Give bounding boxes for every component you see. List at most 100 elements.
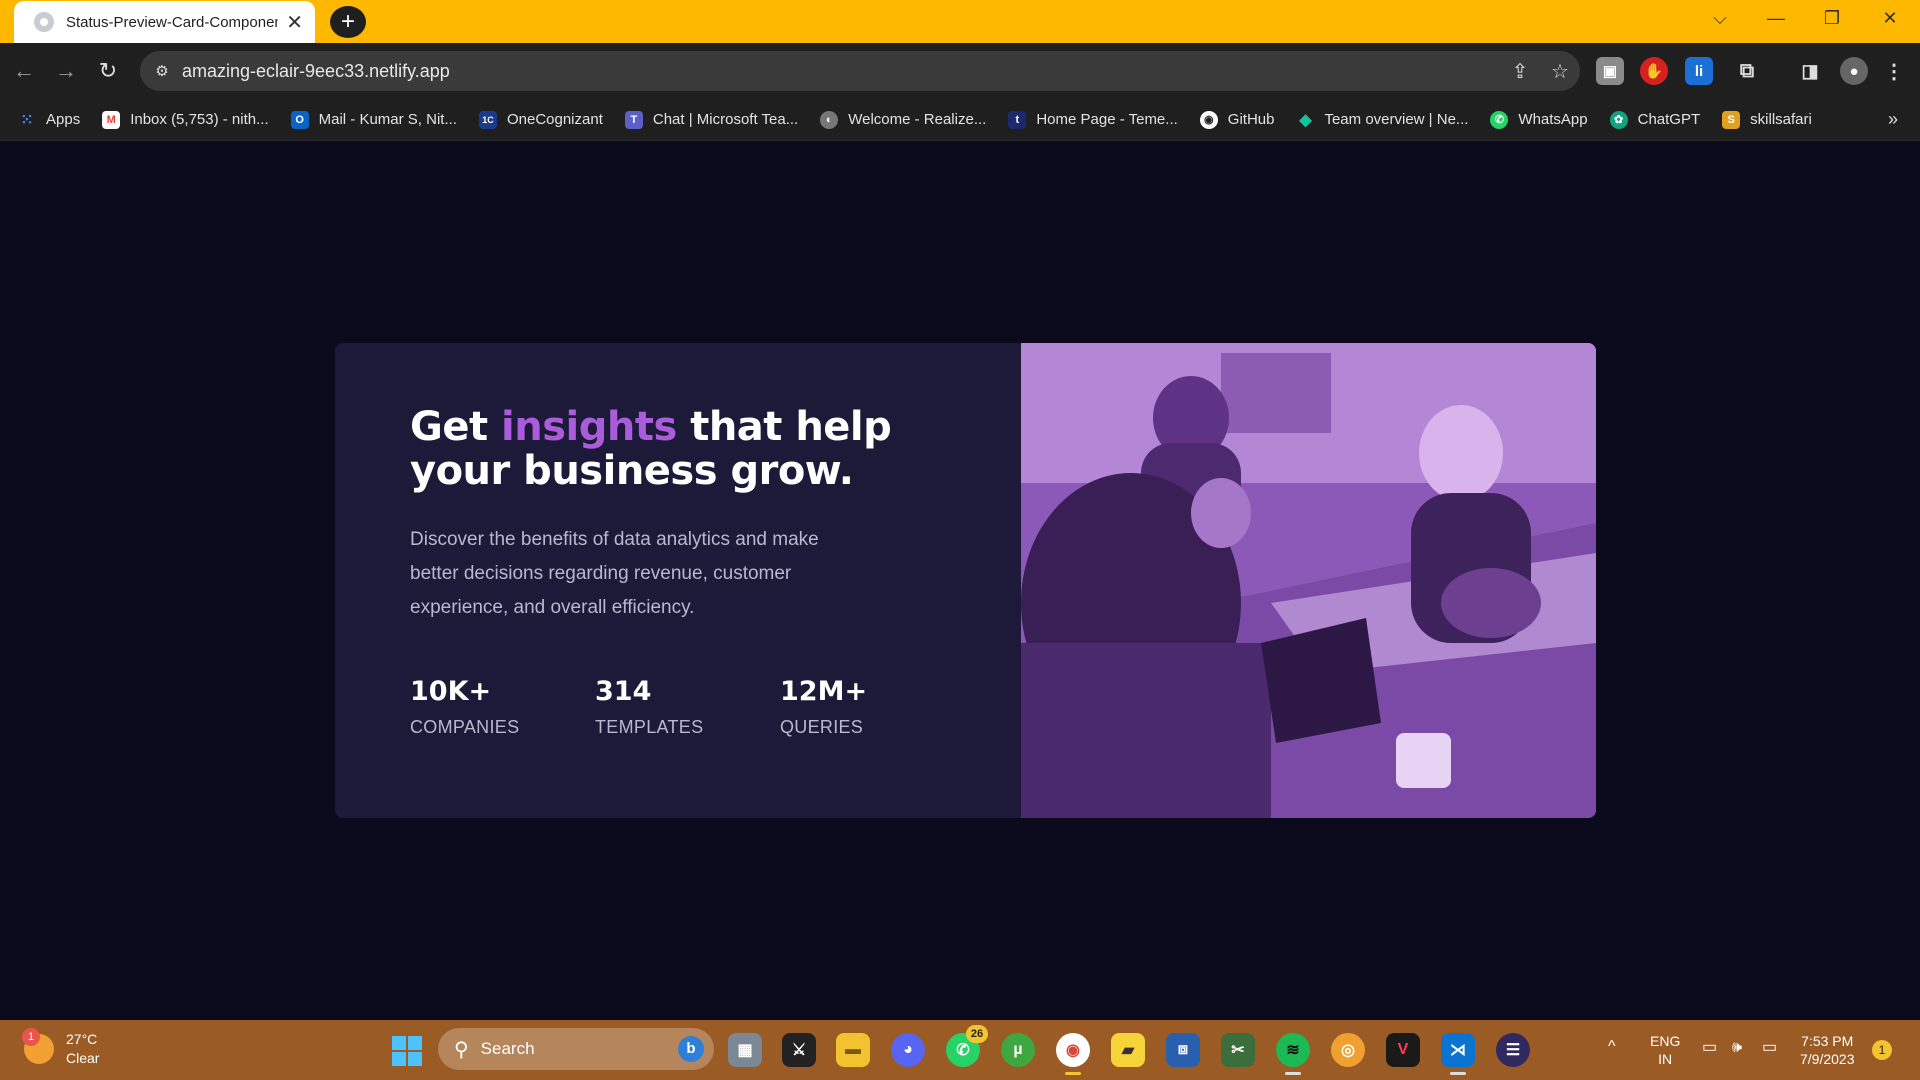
utorrent-icon[interactable]: µ [1001, 1033, 1035, 1067]
browser-menu-icon[interactable]: ⋮ [1880, 57, 1908, 85]
language-indicator[interactable]: ENG IN [1650, 1032, 1680, 1068]
running-indicator [1065, 1072, 1081, 1075]
bookmark-label: OneCognizant [506, 111, 603, 128]
skillsafari-icon: S [1722, 110, 1741, 129]
region-code: IN [1658, 1051, 1673, 1067]
volume-icon[interactable]: 🕪 [1732, 1039, 1742, 1057]
bookmark-github[interactable]: ◉ GitHub [1199, 110, 1275, 129]
new-tab-button[interactable]: + [330, 6, 366, 38]
restore-button[interactable]: ❐ [1804, 0, 1860, 36]
forward-button[interactable]: → [50, 55, 82, 87]
task-view-icon[interactable]: ▦ [728, 1033, 762, 1067]
temenos-icon: t [1008, 110, 1027, 129]
headline-text-start: Get [410, 404, 502, 450]
stat-templates: 314 TEMPLATES [595, 676, 780, 738]
bookmark-temenos[interactable]: t Home Page - Teme... [1008, 110, 1178, 129]
stat-queries: 12M+ QUERIES [780, 676, 965, 738]
windows-taskbar: 1 27°C Clear ⚲ Search b ▦ ⚔ ▬ ◕ ✆ 26 µ ◉ … [0, 1020, 1920, 1080]
running-indicator [1285, 1072, 1301, 1075]
vscode-icon[interactable]: ⋊ [1441, 1033, 1475, 1075]
spotify-icon[interactable]: ≋ [1276, 1033, 1310, 1075]
weather-temperature: 27°C [66, 1031, 98, 1047]
bookmark-chatgpt[interactable]: ✿ ChatGPT [1609, 110, 1701, 129]
search-placeholder: Search [480, 1039, 535, 1058]
extension-adblock-icon[interactable]: ✋ [1640, 57, 1668, 85]
network-icon[interactable]: ▭ [1702, 1039, 1717, 1057]
whatsapp-unread-badge: 26 [966, 1025, 988, 1043]
bookmark-label: ChatGPT [1637, 111, 1701, 128]
tab-close-icon[interactable]: ✕ [286, 10, 303, 35]
bookmark-team-overview[interactable]: ◆ Team overview | Ne... [1296, 111, 1468, 129]
office-photo [1021, 343, 1596, 818]
file-explorer-icon[interactable]: ▬ [836, 1033, 870, 1067]
bookmark-onecognizant[interactable]: 1C OneCognizant [478, 110, 603, 129]
outlook-icon: O [290, 110, 309, 129]
bookmark-apps[interactable]: ⁙ Apps [18, 111, 80, 129]
chatgpt-icon: ✿ [1609, 110, 1628, 129]
network-app-icon[interactable]: ⧈ [1166, 1033, 1200, 1067]
address-bar[interactable]: ⚙ amazing-eclair-9eec33.netlify.app ⇪ ☆ [140, 51, 1580, 91]
share-icon[interactable]: ⇪ [1500, 59, 1540, 84]
active-tab[interactable]: Status-Preview-Card-Component ✕ [14, 1, 315, 43]
card-description: Discover the benefits of data analytics … [410, 529, 819, 618]
bookmark-realize[interactable]: ◐ Welcome - Realize... [820, 110, 986, 129]
bookmark-whatsapp[interactable]: ✆ WhatsApp [1490, 110, 1588, 129]
card-headline: Get insights that help your business gro… [410, 405, 970, 493]
extension-dashlane-icon[interactable]: li [1685, 57, 1713, 85]
notification-badge[interactable]: 1 [1872, 1040, 1892, 1060]
search-icon: ⚲ [454, 1038, 469, 1061]
github-icon: ◉ [1199, 110, 1218, 129]
battery-icon[interactable]: ▭ [1762, 1039, 1777, 1057]
site-info-icon[interactable]: ⚙ [142, 62, 182, 80]
minimize-button[interactable]: — [1748, 0, 1804, 36]
close-window-button[interactable]: ✕ [1862, 0, 1918, 36]
stat-value: 12M+ [780, 676, 868, 707]
clock-time: 7:53 PM [1801, 1033, 1854, 1049]
bookmark-teams[interactable]: T Chat | Microsoft Tea... [624, 110, 799, 129]
taskbar-search[interactable]: ⚲ Search b [438, 1028, 714, 1070]
reload-button[interactable]: ↻ [92, 55, 124, 87]
language-code: ENG [1650, 1033, 1681, 1049]
profile-avatar[interactable]: ● [1840, 57, 1868, 85]
side-panel-icon[interactable]: ◨ [1796, 57, 1824, 85]
stat-label: COMPANIES [410, 717, 520, 737]
bookmark-label: skillsafari [1750, 111, 1812, 128]
bookmarks-overflow-icon[interactable]: » [1888, 109, 1898, 130]
tray-overflow-icon[interactable]: ^ [1608, 1038, 1616, 1056]
teams-icon: T [624, 110, 643, 129]
clock[interactable]: 7:53 PM 7/9/2023 [1800, 1032, 1855, 1068]
discord-icon[interactable]: ◕ [891, 1033, 925, 1067]
snipping-tool-icon[interactable]: ✂ [1221, 1033, 1255, 1067]
sticky-notes-icon[interactable]: ▰ [1111, 1033, 1145, 1067]
bookmark-label: GitHub [1227, 111, 1275, 128]
weather-badge: 1 [22, 1028, 40, 1046]
tab-search-icon[interactable]: ⌵ [1692, 0, 1748, 36]
predator-sense-icon[interactable]: ⚔ [782, 1033, 816, 1067]
browser-title-bar: Status-Preview-Card-Component ✕ + ⌵ — ❐ … [0, 0, 1920, 43]
overwatch-icon[interactable]: ◎ [1331, 1033, 1365, 1067]
bookmark-label: Chat | Microsoft Tea... [652, 111, 799, 128]
eclipse-icon[interactable]: ☰ [1496, 1033, 1530, 1067]
stat-companies: 10K+ COMPANIES [410, 676, 595, 738]
tab-favicon-icon [34, 12, 54, 32]
start-button[interactable] [392, 1036, 422, 1066]
headline-accent-word: insights [501, 404, 677, 450]
browser-toolbar: ← → ↻ ⚙ amazing-eclair-9eec33.netlify.ap… [0, 43, 1920, 99]
back-button[interactable]: ← [8, 55, 40, 87]
bookmark-outlook[interactable]: O Mail - Kumar S, Nit... [290, 110, 457, 129]
bookmark-label: Inbox (5,753) - nith... [130, 111, 269, 128]
tab-title: Status-Preview-Card-Component [66, 13, 279, 31]
url-text[interactable]: amazing-eclair-9eec33.netlify.app [182, 61, 1500, 82]
gmail-icon: M [102, 110, 121, 129]
bookmark-star-icon[interactable]: ☆ [1540, 59, 1580, 84]
valorant-icon[interactable]: V [1386, 1033, 1420, 1067]
whatsapp-taskbar-icon[interactable]: ✆ 26 [946, 1025, 988, 1067]
extensions-puzzle-icon[interactable]: ⧉ [1733, 57, 1761, 85]
extension-screenshot-icon[interactable]: ▣ [1596, 57, 1624, 85]
bookmark-skillsafari[interactable]: Sskillsafari [1722, 110, 1812, 129]
chrome-icon[interactable]: ◉ [1056, 1033, 1090, 1075]
bing-icon[interactable]: b [678, 1036, 704, 1062]
bookmark-label: Mail - Kumar S, Nit... [318, 111, 457, 128]
weather-widget[interactable]: 1 27°C Clear [22, 1028, 99, 1068]
bookmark-gmail[interactable]: M Inbox (5,753) - nith... [102, 110, 269, 129]
